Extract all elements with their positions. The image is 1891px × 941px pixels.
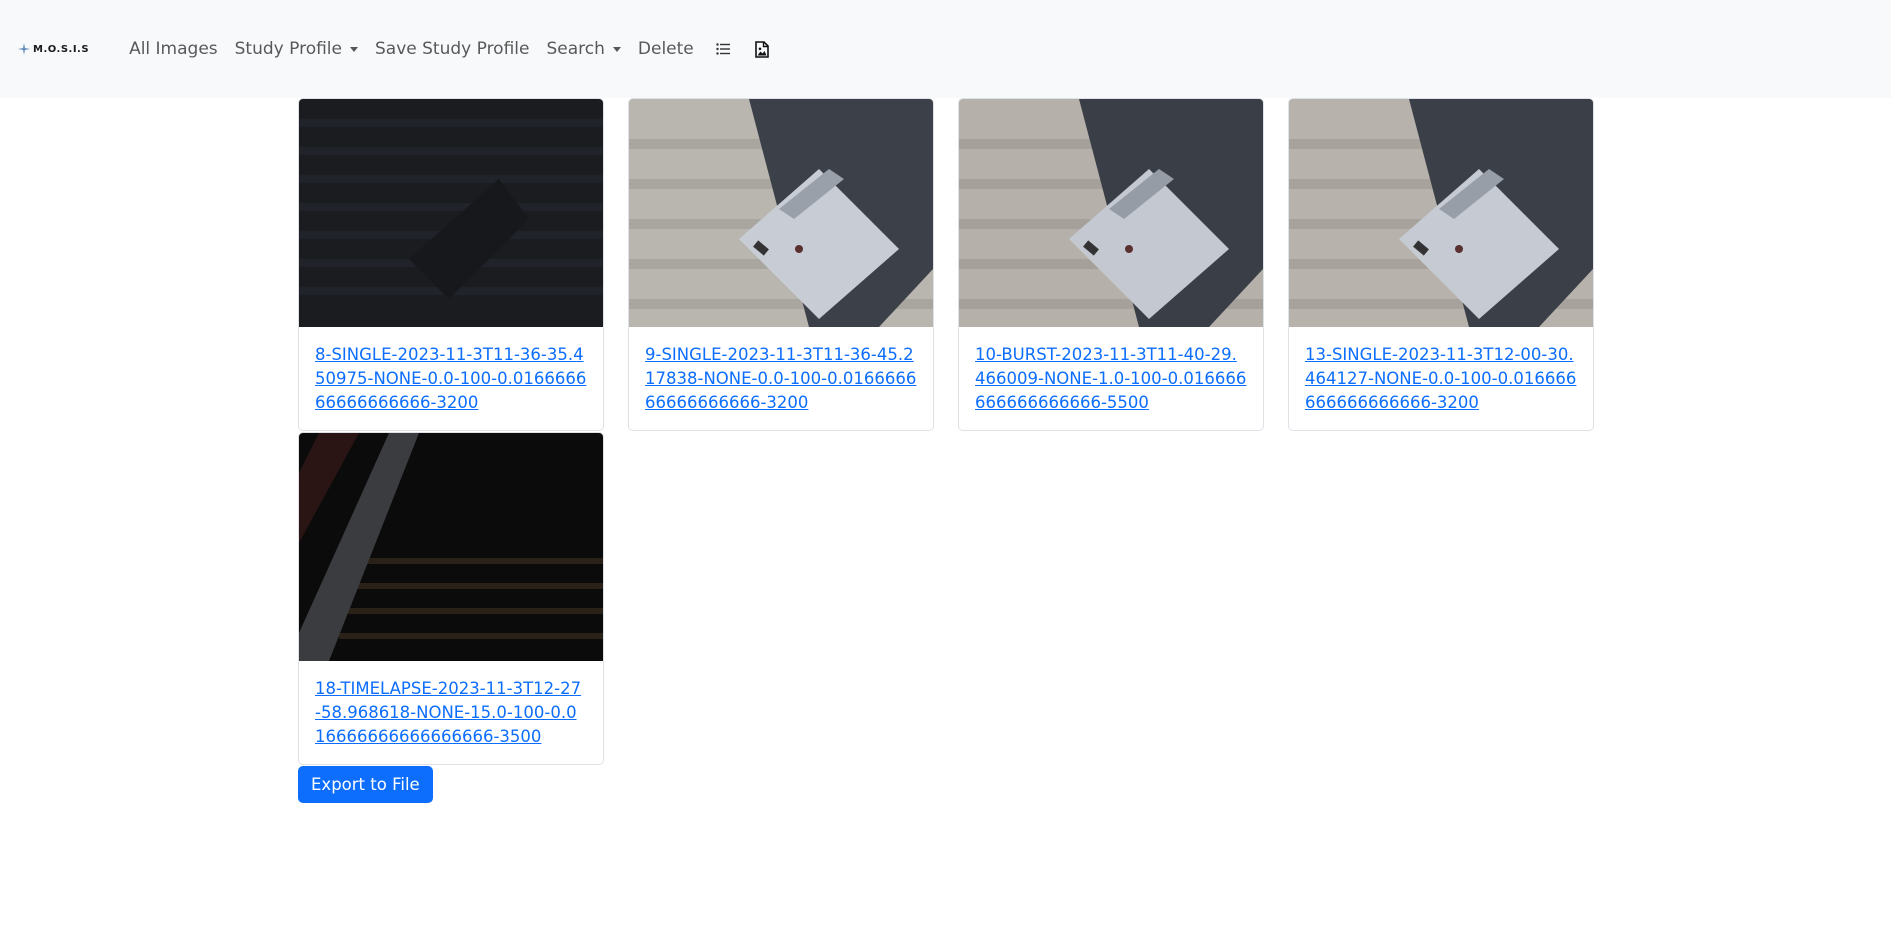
image-card: 10-BURST-2023-11-3T11-40-29.466009-NONE-…: [958, 98, 1264, 431]
card-body: 9-SINGLE-2023-11-3T11-36-45.217838-NONE-…: [629, 327, 933, 415]
navbar: M.O.S.I.S All Images Study Profile Save …: [0, 0, 1891, 98]
image-link[interactable]: 13-SINGLE-2023-11-3T12-00-30.464127-NONE…: [1305, 343, 1577, 415]
nav-delete-label: Delete: [637, 39, 694, 59]
list-icon: [716, 43, 730, 55]
image-thumbnail[interactable]: [959, 99, 1263, 327]
card-body: 18-TIMELAPSE-2023-11-3T12-27-58.968618-N…: [299, 661, 603, 749]
card-body: 13-SINGLE-2023-11-3T12-00-30.464127-NONE…: [1289, 327, 1593, 415]
brand-logo[interactable]: M.O.S.I.S: [18, 43, 89, 55]
brand-star-icon: [18, 43, 30, 55]
image-card: 13-SINGLE-2023-11-3T12-00-30.464127-NONE…: [1288, 98, 1594, 431]
nav-study-profile-dropdown[interactable]: Study Profile: [227, 31, 366, 67]
nav-items: All Images Study Profile Save Study Prof…: [121, 31, 781, 67]
caret-down-icon: [612, 46, 621, 52]
image-file-icon: [754, 40, 769, 58]
nav-search-label: Search: [546, 39, 605, 59]
caret-down-icon: [350, 46, 358, 52]
image-link[interactable]: 8-SINGLE-2023-11-3T11-36-35.450975-NONE-…: [315, 343, 587, 415]
card-body: 8-SINGLE-2023-11-3T11-36-35.450975-NONE-…: [299, 327, 603, 415]
card-body: 10-BURST-2023-11-3T11-40-29.466009-NONE-…: [959, 327, 1263, 415]
image-thumbnail[interactable]: [1289, 99, 1593, 327]
nav-save-study-profile[interactable]: Save Study Profile: [367, 31, 537, 67]
image-link[interactable]: 10-BURST-2023-11-3T11-40-29.466009-NONE-…: [975, 343, 1247, 415]
nav-all-images[interactable]: All Images: [121, 31, 226, 67]
nav-delete[interactable]: Delete: [630, 31, 702, 67]
image-link[interactable]: 9-SINGLE-2023-11-3T11-36-45.217838-NONE-…: [645, 343, 917, 415]
image-card: 9-SINGLE-2023-11-3T11-36-45.217838-NONE-…: [628, 98, 934, 431]
nav-all-images-label: All Images: [129, 39, 218, 59]
nav-search-dropdown[interactable]: Search: [538, 31, 628, 67]
image-file-button[interactable]: [743, 33, 781, 66]
image-thumbnail[interactable]: [629, 99, 933, 327]
export-to-file-button[interactable]: Export to File: [298, 766, 433, 803]
list-view-button[interactable]: [703, 33, 743, 65]
image-card: 18-TIMELAPSE-2023-11-3T12-27-58.968618-N…: [298, 432, 604, 765]
image-card: 8-SINGLE-2023-11-3T11-36-35.450975-NONE-…: [298, 98, 604, 431]
image-link[interactable]: 18-TIMELAPSE-2023-11-3T12-27-58.968618-N…: [315, 677, 587, 749]
nav-save-study-profile-label: Save Study Profile: [375, 39, 530, 59]
nav-study-profile-label: Study Profile: [234, 39, 342, 59]
image-thumbnail[interactable]: [299, 433, 603, 661]
image-thumbnail[interactable]: [299, 99, 603, 327]
brand-text: M.O.S.I.S: [33, 43, 90, 55]
